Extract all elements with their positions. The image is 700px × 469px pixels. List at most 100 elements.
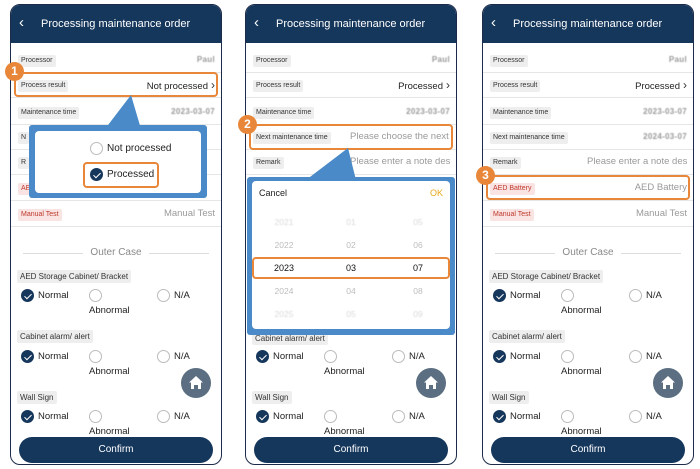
- phone-panel-2: ‹ Processing maintenance order Processor…: [245, 4, 457, 465]
- process-result-row[interactable]: Process result Processed ›: [483, 74, 693, 98]
- next-maintenance-value[interactable]: 2024-03-07: [643, 131, 687, 143]
- picker-year[interactable]: 2025: [269, 309, 299, 319]
- processor-label: Processor: [253, 55, 291, 67]
- remark-label: R: [18, 157, 30, 169]
- home-icon: [424, 376, 438, 389]
- phone-panel-3: ‹ Processing maintenance order Processor…: [482, 4, 694, 465]
- radio-normal-checked[interactable]: [21, 410, 34, 423]
- radio-abnormal[interactable]: [561, 289, 574, 302]
- question-label: Wall Sign: [489, 391, 529, 404]
- option-normal: Normal: [273, 351, 304, 362]
- option-processed[interactable]: Processed: [107, 169, 154, 180]
- section-title: Outer Case: [11, 247, 221, 258]
- remark-input[interactable]: Please enter a note desc: [587, 156, 687, 168]
- confirm-button[interactable]: Confirm: [491, 437, 685, 463]
- radio-abnormal[interactable]: [89, 410, 102, 423]
- radio-normal-checked[interactable]: [493, 410, 506, 423]
- option-abnormal: Abnormal: [89, 305, 130, 316]
- page-title: Processing maintenance order: [276, 18, 426, 30]
- processor-label: Processor: [490, 55, 528, 67]
- manual-test-value[interactable]: Manual Test: [164, 208, 215, 220]
- confirm-button[interactable]: Confirm: [254, 437, 448, 463]
- processor-value: Paul: [668, 55, 687, 64]
- picker-month[interactable]: 04: [336, 286, 366, 296]
- picker-day[interactable]: 06: [403, 240, 433, 250]
- home-button[interactable]: [653, 368, 683, 398]
- option-na: N/A: [174, 411, 190, 422]
- back-arrow-icon[interactable]: ‹: [491, 14, 496, 32]
- maintenance-time-value: 2023-03-07: [406, 107, 450, 116]
- picker-day[interactable]: 05: [403, 217, 433, 227]
- confirm-button[interactable]: Confirm: [19, 437, 213, 463]
- next-maintenance-row[interactable]: Next maintenance time 2024-03-07: [483, 126, 693, 150]
- radio-abnormal[interactable]: [89, 289, 102, 302]
- maintenance-time-label: Maintenance time: [18, 107, 80, 119]
- date-picker: Cancel OK 2021 2022 2023 2024 2025 01 02…: [252, 181, 450, 329]
- remark-input[interactable]: Please enter a note desc: [350, 156, 450, 168]
- picker-cancel-button[interactable]: Cancel: [259, 188, 287, 198]
- back-arrow-icon[interactable]: ‹: [254, 14, 259, 32]
- picker-year[interactable]: 2024: [269, 286, 299, 296]
- question-label: AED Storage Cabinet/ Bracket: [17, 270, 132, 283]
- home-icon: [661, 376, 675, 389]
- question-label: Wall Sign: [252, 391, 292, 404]
- radio-normal-checked[interactable]: [256, 410, 269, 423]
- home-button[interactable]: [416, 368, 446, 398]
- radio-na[interactable]: [157, 289, 170, 302]
- radio-not-processed[interactable]: [90, 142, 103, 155]
- process-result-row[interactable]: Process result Processed ›: [246, 74, 456, 98]
- radio-na[interactable]: [629, 350, 642, 363]
- option-abnormal: Abnormal: [561, 305, 602, 316]
- processor-row: Processor Paul: [246, 49, 456, 73]
- manual-test-row[interactable]: Manual Test Manual Test: [483, 203, 693, 227]
- next-maintenance-label: N: [18, 132, 30, 144]
- option-abnormal: Abnormal: [89, 426, 130, 437]
- picker-month[interactable]: 02: [336, 240, 366, 250]
- radio-na[interactable]: [629, 289, 642, 302]
- radio-abnormal[interactable]: [324, 350, 337, 363]
- radio-abnormal[interactable]: [89, 350, 102, 363]
- step-badge: 1: [5, 62, 24, 81]
- option-abnormal: Abnormal: [89, 366, 130, 377]
- processor-value: Paul: [196, 55, 215, 64]
- picker-day[interactable]: 08: [403, 286, 433, 296]
- process-result-value[interactable]: Processed ›: [635, 79, 687, 93]
- page-title: Processing maintenance order: [41, 18, 191, 30]
- picker-month[interactable]: 01: [336, 217, 366, 227]
- radio-na[interactable]: [157, 410, 170, 423]
- manual-test-label: Manual Test: [490, 209, 534, 221]
- remark-row[interactable]: Remark Please enter a note desc: [483, 151, 693, 175]
- picker-selection-highlight: [252, 257, 450, 279]
- picker-day[interactable]: 09: [403, 309, 433, 319]
- option-not-processed[interactable]: Not processed: [107, 143, 171, 154]
- remark-label: Remark: [490, 157, 521, 169]
- radio-processed-checked[interactable]: [90, 168, 103, 181]
- radio-na[interactable]: [392, 350, 405, 363]
- picker-year[interactable]: 2021: [269, 217, 299, 227]
- radio-na[interactable]: [629, 410, 642, 423]
- radio-normal-checked[interactable]: [21, 350, 34, 363]
- radio-abnormal[interactable]: [324, 410, 337, 423]
- maintenance-time-row: Maintenance time 2023-03-07: [246, 101, 456, 125]
- radio-normal-checked[interactable]: [256, 350, 269, 363]
- radio-na[interactable]: [392, 410, 405, 423]
- picker-ok-button[interactable]: OK: [430, 188, 443, 198]
- picker-year[interactable]: 2022: [269, 240, 299, 250]
- radio-abnormal[interactable]: [561, 350, 574, 363]
- radio-normal-checked[interactable]: [493, 289, 506, 302]
- processor-row: Processor Paul: [11, 49, 221, 73]
- home-button[interactable]: [181, 368, 211, 398]
- radio-na[interactable]: [157, 350, 170, 363]
- result-popup: Not processed Processed: [35, 131, 201, 193]
- back-arrow-icon[interactable]: ‹: [19, 14, 24, 32]
- radio-abnormal[interactable]: [561, 410, 574, 423]
- maintenance-time-value: 2023-03-07: [171, 107, 215, 116]
- radio-normal-checked[interactable]: [493, 350, 506, 363]
- picker-month[interactable]: 05: [336, 309, 366, 319]
- manual-test-value[interactable]: Manual Test: [636, 208, 687, 220]
- phone-panel-1: ‹ Processing maintenance order Processor…: [10, 4, 222, 465]
- radio-normal-checked[interactable]: [21, 289, 34, 302]
- highlight-box: [249, 124, 453, 150]
- option-na: N/A: [646, 411, 662, 422]
- process-result-value[interactable]: Processed ›: [398, 79, 450, 93]
